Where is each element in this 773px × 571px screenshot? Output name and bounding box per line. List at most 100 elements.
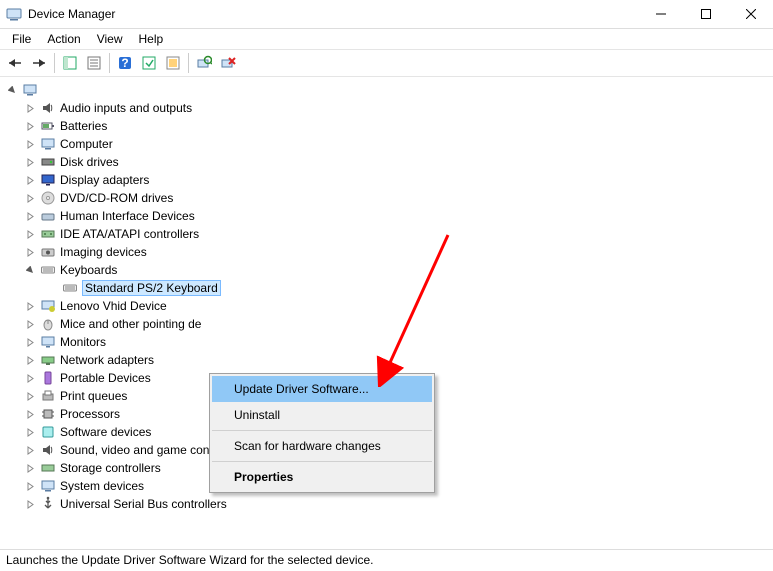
collapse-icon[interactable] xyxy=(6,84,18,96)
expand-icon[interactable] xyxy=(24,138,36,150)
tree-category-label: Software devices xyxy=(60,425,151,439)
expand-icon[interactable] xyxy=(24,102,36,114)
expand-icon[interactable] xyxy=(24,192,36,204)
category-icon xyxy=(40,100,56,116)
expand-icon[interactable] xyxy=(24,228,36,240)
menu-view[interactable]: View xyxy=(89,30,131,48)
expand-icon[interactable] xyxy=(24,210,36,222)
menubar: File Action View Help xyxy=(0,29,773,49)
tree-category-label: Processors xyxy=(60,407,120,421)
menu-help[interactable]: Help xyxy=(131,30,172,48)
category-icon xyxy=(40,334,56,350)
tree-device-row[interactable]: Standard PS/2 Keyboard xyxy=(6,279,773,297)
tree-category-row[interactable]: Universal Serial Bus controllers xyxy=(6,495,773,513)
expand-icon[interactable] xyxy=(24,318,36,330)
tree-category-label: Monitors xyxy=(60,335,106,349)
statusbar-text: Launches the Update Driver Software Wiza… xyxy=(6,553,374,567)
tree-category-row[interactable]: DVD/CD-ROM drives xyxy=(6,189,773,207)
computer-icon xyxy=(22,82,38,98)
expand-icon[interactable] xyxy=(24,336,36,348)
tree-category-row[interactable]: Lenovo Vhid Device xyxy=(6,297,773,315)
window-controls xyxy=(638,0,773,29)
toolbar-separator xyxy=(109,53,110,73)
tree-category-label: Keyboards xyxy=(60,263,117,277)
expand-icon[interactable] xyxy=(24,390,36,402)
tree-category-label: Computer xyxy=(60,137,113,151)
category-icon xyxy=(40,190,56,206)
expand-icon[interactable] xyxy=(24,372,36,384)
category-icon xyxy=(40,388,56,404)
category-icon xyxy=(40,424,56,440)
context-menu: Update Driver Software... Uninstall Scan… xyxy=(209,373,435,493)
tree-device-label: Standard PS/2 Keyboard xyxy=(82,280,221,296)
expand-icon[interactable] xyxy=(24,246,36,258)
category-icon xyxy=(40,298,56,314)
expand-icon[interactable] xyxy=(24,174,36,186)
category-icon xyxy=(40,136,56,152)
expand-icon[interactable] xyxy=(24,120,36,132)
properties-button[interactable] xyxy=(83,52,105,74)
toolbar-separator xyxy=(54,53,55,73)
scan-hardware-button[interactable] xyxy=(193,52,215,74)
category-icon xyxy=(40,442,56,458)
tree-category-label: Audio inputs and outputs xyxy=(60,101,192,115)
tree-category-row[interactable]: Human Interface Devices xyxy=(6,207,773,225)
maximize-button[interactable] xyxy=(683,0,728,29)
category-icon xyxy=(40,316,56,332)
svg-text:?: ? xyxy=(121,56,128,70)
category-icon xyxy=(40,208,56,224)
tree-category-row[interactable]: Keyboards xyxy=(6,261,773,279)
tree-category-row[interactable]: Imaging devices xyxy=(6,243,773,261)
context-menu-uninstall[interactable]: Uninstall xyxy=(212,402,432,428)
app-icon xyxy=(6,6,22,22)
back-button[interactable] xyxy=(4,52,26,74)
context-menu-scan[interactable]: Scan for hardware changes xyxy=(212,433,432,459)
tree-category-row[interactable]: IDE ATA/ATAPI controllers xyxy=(6,225,773,243)
minimize-button[interactable] xyxy=(638,0,683,29)
show-hidden-button[interactable] xyxy=(162,52,184,74)
statusbar: Launches the Update Driver Software Wiza… xyxy=(0,549,773,571)
category-icon xyxy=(40,244,56,260)
context-menu-separator xyxy=(212,461,432,462)
tree-category-label: Batteries xyxy=(60,119,107,133)
tree-category-row[interactable]: Batteries xyxy=(6,117,773,135)
tree-category-label: Mice and other pointing de xyxy=(60,317,201,331)
help-button[interactable]: ? xyxy=(114,52,136,74)
tree-category-row[interactable]: Mice and other pointing de xyxy=(6,315,773,333)
tree-category-label: System devices xyxy=(60,479,144,493)
tree-category-row[interactable]: Display adapters xyxy=(6,171,773,189)
expand-icon[interactable] xyxy=(24,354,36,366)
tree-category-row[interactable]: Monitors xyxy=(6,333,773,351)
category-icon xyxy=(40,154,56,170)
context-menu-properties[interactable]: Properties xyxy=(212,464,432,490)
tree-root-row[interactable] xyxy=(6,81,773,99)
tree-category-label: Print queues xyxy=(60,389,127,403)
tree-category-label: DVD/CD-ROM drives xyxy=(60,191,173,205)
uninstall-button[interactable] xyxy=(217,52,239,74)
collapse-icon[interactable] xyxy=(24,264,36,276)
expand-icon[interactable] xyxy=(24,300,36,312)
action-list-button[interactable] xyxy=(138,52,160,74)
device-tree[interactable]: Audio inputs and outputs Batteries Compute… xyxy=(0,77,773,549)
tree-category-row[interactable]: Audio inputs and outputs xyxy=(6,99,773,117)
close-button[interactable] xyxy=(728,0,773,29)
expand-icon[interactable] xyxy=(24,426,36,438)
expand-icon[interactable] xyxy=(24,408,36,420)
tree-category-row[interactable]: Computer xyxy=(6,135,773,153)
tree-category-label: Storage controllers xyxy=(60,461,161,475)
expand-icon[interactable] xyxy=(24,498,36,510)
context-menu-update-driver[interactable]: Update Driver Software... xyxy=(212,376,432,402)
tree-category-row[interactable]: Disk drives xyxy=(6,153,773,171)
expand-icon[interactable] xyxy=(24,480,36,492)
category-icon xyxy=(40,226,56,242)
expand-icon[interactable] xyxy=(24,156,36,168)
forward-button[interactable] xyxy=(28,52,50,74)
show-hide-console-tree-button[interactable] xyxy=(59,52,81,74)
expand-icon[interactable] xyxy=(24,444,36,456)
menu-action[interactable]: Action xyxy=(39,30,88,48)
menu-file[interactable]: File xyxy=(4,30,39,48)
expand-icon[interactable] xyxy=(24,462,36,474)
tree-category-row[interactable]: Network adapters xyxy=(6,351,773,369)
category-icon xyxy=(40,172,56,188)
category-icon xyxy=(40,496,56,512)
